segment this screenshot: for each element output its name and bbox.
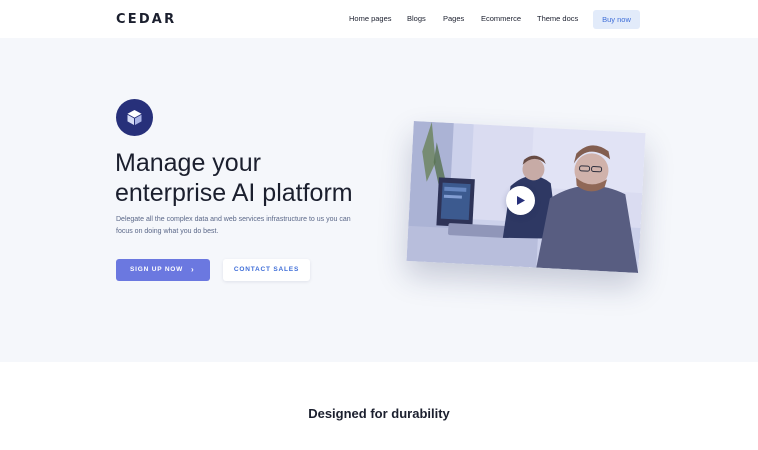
play-icon bbox=[517, 196, 525, 205]
contact-sales-button[interactable]: CONTACT SALES bbox=[223, 259, 310, 281]
hero-title-line-1: Manage your bbox=[115, 149, 261, 177]
nav-link-pages[interactable]: Pages bbox=[443, 14, 464, 23]
hero-description: Delegate all the complex data and web se… bbox=[116, 216, 351, 235]
chevron-right-icon: › bbox=[191, 265, 195, 274]
cube-icon bbox=[127, 110, 142, 125]
sign-up-now-button[interactable]: SIGN UP NOW › bbox=[116, 259, 210, 281]
nav-link-blogs[interactable]: Blogs bbox=[407, 14, 426, 23]
buy-now-button[interactable]: Buy now bbox=[593, 10, 640, 29]
brand-logo[interactable]: CEDAR bbox=[116, 12, 176, 27]
section-title-durability: Designed for durability bbox=[308, 406, 450, 421]
nav-link-theme-docs[interactable]: Theme docs bbox=[537, 14, 578, 23]
nav-link-home-pages[interactable]: Home pages bbox=[349, 14, 392, 23]
nav-link-ecommerce[interactable]: Ecommerce bbox=[481, 14, 521, 23]
play-video-button[interactable] bbox=[506, 186, 535, 215]
hero-title: Manage your enterprise AI platform bbox=[115, 148, 385, 208]
hero-title-line-2: enterprise AI platform bbox=[115, 179, 353, 207]
sign-up-now-label: SIGN UP NOW bbox=[130, 266, 184, 273]
top-navbar: CEDAR Home pages Blogs Pages Ecommerce T… bbox=[0, 0, 758, 38]
hero-badge bbox=[116, 99, 153, 136]
